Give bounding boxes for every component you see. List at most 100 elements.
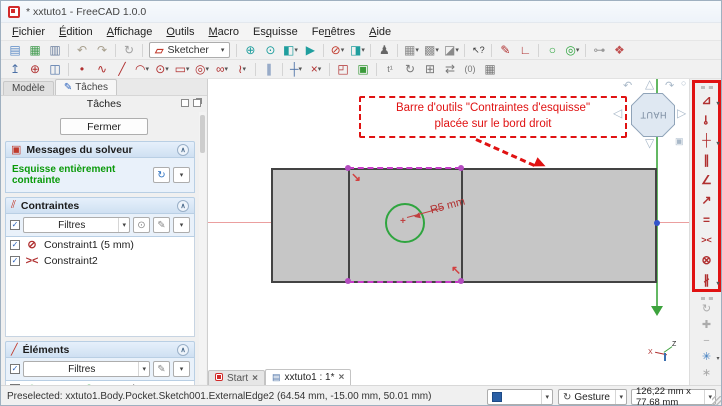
fit-all-button[interactable]: ⊕ xyxy=(240,42,260,59)
polygon-tool-button[interactable]: ◎▾ xyxy=(192,61,212,78)
panel-dock-icon[interactable] xyxy=(181,99,189,107)
external-edge-top[interactable] xyxy=(348,167,461,169)
mirror-sketch-button[interactable]: ⊶ xyxy=(589,42,609,59)
external-edge-bottom[interactable] xyxy=(348,281,461,283)
snap-button[interactable]: ▩▾ xyxy=(421,42,441,59)
bspline-tool-button[interactable]: ≀▾ xyxy=(232,61,252,78)
toggle-virtual-space-button[interactable]: t¹ xyxy=(380,61,400,78)
solver-messages-header[interactable]: ▣ Messages du solveur ∧ xyxy=(5,141,195,158)
view-cube-button[interactable]: ◧▾ xyxy=(280,42,300,59)
sketch-left-edge[interactable] xyxy=(348,168,350,283)
redo-button[interactable]: ↷ xyxy=(92,42,112,59)
stereo-view-dropdown-arrow[interactable]: ▾ xyxy=(361,46,365,54)
nav-cube-face[interactable]: HAUT xyxy=(631,93,675,137)
symmetric-constraint-button[interactable]: >< xyxy=(696,230,718,250)
slot-tool-dropdown-arrow[interactable]: ▾ xyxy=(225,65,229,73)
grid-toggle-button[interactable]: ▣ xyxy=(353,61,373,78)
tab-document[interactable]: ▤ xxtuto1 : 1* × xyxy=(265,369,351,385)
ellipse-tool-button[interactable]: ◎▾ xyxy=(562,42,582,59)
trim-tool-dropdown-arrow[interactable]: ▾ xyxy=(318,65,322,73)
chevron-down-icon[interactable]: ▾ xyxy=(138,362,149,376)
chevron-down-icon[interactable]: ▾ xyxy=(541,390,552,404)
render-template-dropdown-arrow[interactable]: ▾ xyxy=(455,46,459,54)
new-document-button[interactable]: ▤ xyxy=(5,42,25,59)
navigation-cube[interactable]: ↶ △ ↷ ○ ◁ ▷ ▽ ▣ HAUT xyxy=(611,79,689,157)
nav-circle-icon[interactable]: ○ xyxy=(681,79,686,88)
draw-style-button[interactable]: ⊘▾ xyxy=(327,42,347,59)
grid-button[interactable]: ▦▾ xyxy=(401,42,421,59)
box-select-button[interactable]: ▦ xyxy=(480,61,500,78)
close-icon[interactable]: × xyxy=(252,373,258,384)
menu-item-outils[interactable]: Outils xyxy=(159,25,201,39)
elements-settings-dropdown[interactable]: ▾ xyxy=(173,361,190,377)
parallel-constraint-button[interactable]: ∥ xyxy=(696,150,718,170)
remove-knot-button[interactable]: − xyxy=(696,333,718,349)
rotate-cw-icon[interactable]: ↷ xyxy=(665,81,674,92)
rectangle-tool-button[interactable]: ▭▾ xyxy=(172,61,192,78)
external-geometry-dropdown-arrow[interactable]: ▾ xyxy=(299,65,303,73)
trim-tool-button[interactable]: ×▾ xyxy=(306,61,326,78)
3d-viewport[interactable]: ↘ ↖ + ▶ R5 mm Barre d'outils "Contrainte… xyxy=(208,79,689,385)
whats-this-button[interactable]: ↖? xyxy=(468,42,488,59)
lock-constraint-dropdown-arrow[interactable]: ▾ xyxy=(716,281,719,287)
polygon-tool-dropdown-arrow[interactable]: ▾ xyxy=(205,65,209,73)
grid-dropdown-arrow[interactable]: ▾ xyxy=(415,46,419,54)
elements-filter-combo[interactable]: Filtres ▾ xyxy=(23,361,150,377)
block-constraint-button[interactable]: ⊗ xyxy=(696,250,718,270)
panel-float-icon[interactable] xyxy=(193,99,201,107)
navigation-style-combo[interactable]: ↻ Gesture ▾ xyxy=(558,389,627,405)
tab-taches[interactable]: ✎ Tâches xyxy=(55,79,117,95)
elements-filter-checkbox[interactable]: ✓ xyxy=(10,364,20,374)
chevron-down-icon[interactable]: ▾ xyxy=(118,218,129,232)
origin-point[interactable] xyxy=(654,220,660,226)
increase-multiplicity-dropdown-arrow[interactable]: ▾ xyxy=(716,356,719,362)
sketch-vertex[interactable] xyxy=(345,278,351,284)
horizontal-vertical-constraint-dropdown-arrow[interactable]: ▾ xyxy=(716,141,719,147)
solver-options-dropdown[interactable]: ▾ xyxy=(173,167,190,183)
insert-knot-button[interactable]: ✚ xyxy=(696,317,718,333)
open-document-button[interactable]: ▦ xyxy=(25,42,45,59)
fit-selection-button[interactable]: ⊙ xyxy=(260,42,280,59)
undo-button[interactable]: ↶ xyxy=(72,42,92,59)
toolbar-drag-handle[interactable] xyxy=(701,86,713,89)
solver-refresh-button[interactable]: ↻ xyxy=(153,167,170,183)
constraints-filter-checkbox[interactable]: ✓ xyxy=(10,220,20,230)
merge-sketch-button[interactable]: ❖ xyxy=(609,42,629,59)
menu-item-dition[interactable]: Édition xyxy=(52,25,100,39)
edit-mode-button[interactable]: ♟ xyxy=(374,42,394,59)
arc-tool-button[interactable]: ◠▾ xyxy=(132,61,152,78)
view-sketch-button[interactable]: ⊕ xyxy=(25,61,45,78)
tab-start[interactable]: Start × xyxy=(208,370,265,385)
menu-item-esquisse[interactable]: Esquisse xyxy=(246,25,305,39)
select-redundant-button[interactable]: (0) xyxy=(460,61,480,78)
show-hide-constraints-button[interactable]: ⊙ xyxy=(133,217,150,233)
save-document-button[interactable]: ▥ xyxy=(45,42,65,59)
bspline-tool-dropdown-arrow[interactable]: ▾ xyxy=(242,65,246,73)
constraints-settings-button[interactable]: ✎ xyxy=(153,217,170,233)
polyline-tool-button[interactable]: ∿ xyxy=(92,61,112,78)
leave-sketch-button[interactable]: ↥ xyxy=(5,61,25,78)
elements-settings-button[interactable]: ✎ xyxy=(153,361,170,377)
sketch-edit-button[interactable]: ✎ xyxy=(495,42,515,59)
constraint-checkbox[interactable]: ✓ xyxy=(10,240,20,250)
menu-item-macro[interactable]: Macro xyxy=(201,25,246,39)
pad-shape[interactable] xyxy=(271,168,657,283)
collapse-chevron-icon[interactable]: ∧ xyxy=(177,144,189,156)
render-template-button[interactable]: ◪▾ xyxy=(441,42,461,59)
increase-multiplicity-button[interactable]: ✳▾ xyxy=(696,349,718,365)
collapse-chevron-icon[interactable]: ∧ xyxy=(177,344,189,356)
close-task-button[interactable]: Fermer xyxy=(60,118,148,135)
toggle-construction-geometry-button[interactable]: ↻ xyxy=(696,301,718,317)
chevron-down-icon[interactable]: ▾ xyxy=(221,46,225,54)
nav-right-arrow-icon[interactable]: ▷ xyxy=(677,107,686,119)
sketch-vertex[interactable] xyxy=(458,278,464,284)
horizontal-vertical-constraint-button[interactable]: ┼▾ xyxy=(696,130,718,150)
constraint-row[interactable]: ✓><Constraint2 xyxy=(6,253,194,269)
constraints-settings-dropdown[interactable]: ▾ xyxy=(173,217,190,233)
point-on-object-constraint-button[interactable]: ⊸ xyxy=(696,110,718,130)
constraint-row[interactable]: ✓⊘Constraint1 (5 mm) xyxy=(6,237,194,253)
constraints-header[interactable]: ⫽ Contraintes ∧ xyxy=(5,197,195,214)
stereo-view-button[interactable]: ◨▾ xyxy=(347,42,367,59)
switch-view-button[interactable]: ⇄ xyxy=(440,61,460,78)
nav-cube-mini-icon[interactable]: ▣ xyxy=(675,137,684,146)
